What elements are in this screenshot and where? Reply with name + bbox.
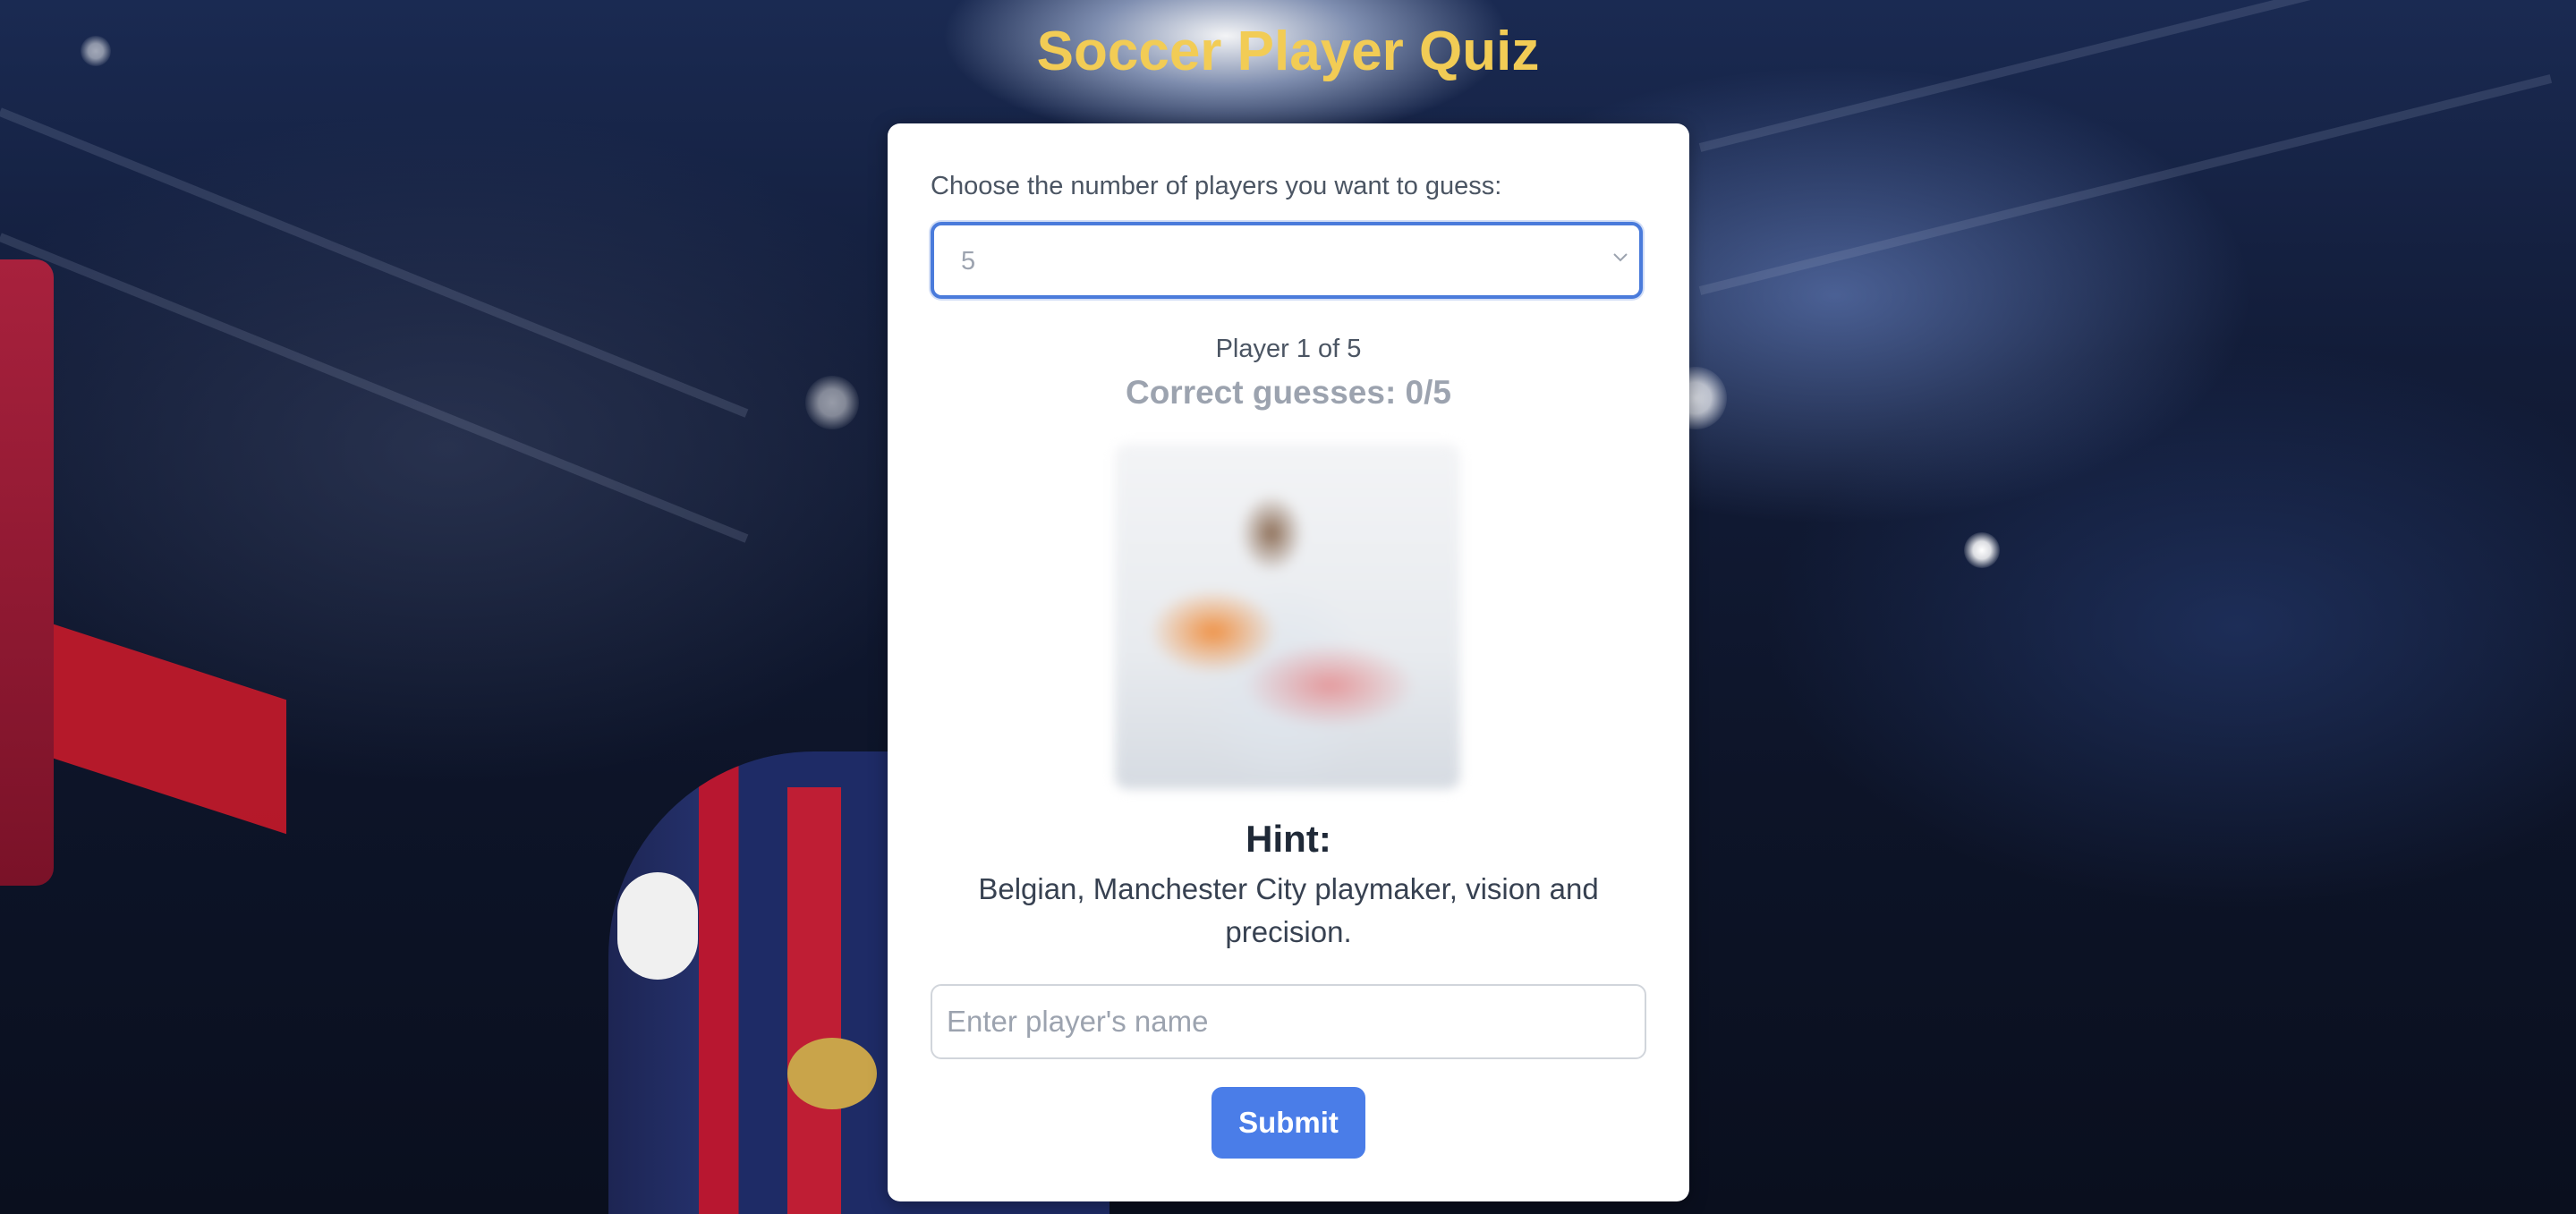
sponsor-logo [787,1038,877,1109]
page-title: Soccer Player Quiz [1036,21,1540,82]
hint-heading: Hint: [1245,818,1331,860]
hint-text: Belgian, Manchester City playmaker, visi… [978,872,1599,948]
stadium-background: Soccer Player Quiz Choose the number of … [0,0,2576,1214]
player-name-input[interactable] [931,984,1646,1059]
stand-decoration [1698,74,2553,295]
jersey-stripe [787,787,841,1214]
player-photo [1115,444,1460,789]
stadium-light [805,376,859,429]
score-counter: Correct guesses: 0/5 [1125,374,1451,411]
laliga-badge [617,872,698,980]
stand-decoration [0,107,749,418]
corner-flag-decoration [0,259,54,886]
player-progress: Player 1 of 5 [1215,335,1362,363]
chevron-down-icon [1609,245,1632,268]
player-count-select[interactable]: 5 [931,222,1643,299]
quiz-card: Choose the number of players you want to… [888,123,1689,1201]
submit-button[interactable]: Submit [1211,1087,1365,1159]
stand-decoration [0,233,749,543]
advertising-board [54,624,286,835]
player-count-selected-value: 5 [961,247,976,276]
player-count-label: Choose the number of players you want to… [931,172,1502,200]
stadium-light [1964,532,2000,568]
